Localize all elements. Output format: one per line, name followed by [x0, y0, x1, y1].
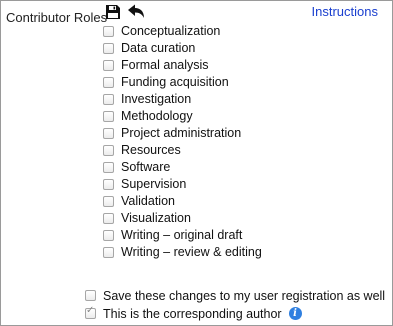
role-checkbox[interactable] — [103, 179, 114, 190]
role-label: Data curation — [121, 41, 196, 55]
role-checkbox[interactable] — [103, 213, 114, 224]
role-label: Project administration — [121, 126, 242, 140]
role-checkbox[interactable] — [103, 111, 114, 122]
floppy-disk-icon[interactable] — [105, 4, 121, 20]
role-label: Resources — [121, 143, 181, 157]
save-registration-option[interactable]: Save these changes to my user registrati… — [85, 287, 385, 304]
corresponding-author-label: This is the corresponding author — [103, 306, 282, 321]
role-label: Supervision — [121, 177, 187, 191]
corresponding-author-checkbox[interactable] — [85, 305, 96, 319]
roles-list: Conceptualization Data curation Formal ana… — [103, 23, 262, 261]
role-checkbox[interactable] — [103, 128, 114, 139]
role-label: Conceptualization — [121, 24, 221, 38]
role-item[interactable]: Writing – original draft — [103, 227, 262, 244]
role-checkbox[interactable] — [103, 60, 114, 71]
instructions-link[interactable]: Instructions — [312, 4, 378, 19]
role-item[interactable]: Validation — [103, 193, 262, 210]
role-item[interactable]: Software — [103, 159, 262, 176]
role-checkbox[interactable] — [103, 43, 114, 54]
role-checkbox[interactable] — [103, 77, 114, 88]
info-icon[interactable]: i — [288, 307, 302, 320]
role-label: Writing – review & editing — [121, 245, 262, 259]
role-checkbox[interactable] — [103, 247, 114, 258]
role-item[interactable]: Funding acquisition — [103, 74, 262, 91]
role-item[interactable]: Visualization — [103, 210, 262, 227]
role-label: Formal analysis — [121, 58, 209, 72]
section-title: Contributor Roles — [6, 10, 108, 25]
role-item[interactable]: Formal analysis — [103, 57, 262, 74]
role-checkbox[interactable] — [103, 162, 114, 173]
role-label: Writing – original draft — [121, 228, 243, 242]
role-label: Visualization — [121, 211, 191, 225]
undo-arrow-icon[interactable] — [127, 4, 145, 20]
corresponding-author-option[interactable]: This is the corresponding author i — [85, 305, 302, 322]
role-item[interactable]: Data curation — [103, 40, 262, 57]
role-item[interactable]: Resources — [103, 142, 262, 159]
role-label: Validation — [121, 194, 175, 208]
role-label: Software — [121, 160, 171, 174]
role-label: Methodology — [121, 109, 193, 123]
role-label: Investigation — [121, 92, 192, 106]
save-registration-label: Save these changes to my user registrati… — [103, 288, 386, 303]
save-registration-checkbox[interactable] — [85, 290, 96, 301]
role-checkbox[interactable] — [103, 145, 114, 156]
role-item[interactable]: Project administration — [103, 125, 262, 142]
role-checkbox[interactable] — [103, 196, 114, 207]
role-item[interactable]: Conceptualization — [103, 23, 262, 40]
role-item[interactable]: Writing – review & editing — [103, 244, 262, 261]
role-label: Funding acquisition — [121, 75, 229, 89]
contributor-roles-panel: Contributor Roles Instructions Conceptua… — [0, 0, 393, 326]
role-item[interactable]: Methodology — [103, 108, 262, 125]
role-checkbox[interactable] — [103, 26, 114, 37]
role-checkbox[interactable] — [103, 94, 114, 105]
role-item[interactable]: Supervision — [103, 176, 262, 193]
role-checkbox[interactable] — [103, 230, 114, 241]
role-item[interactable]: Investigation — [103, 91, 262, 108]
